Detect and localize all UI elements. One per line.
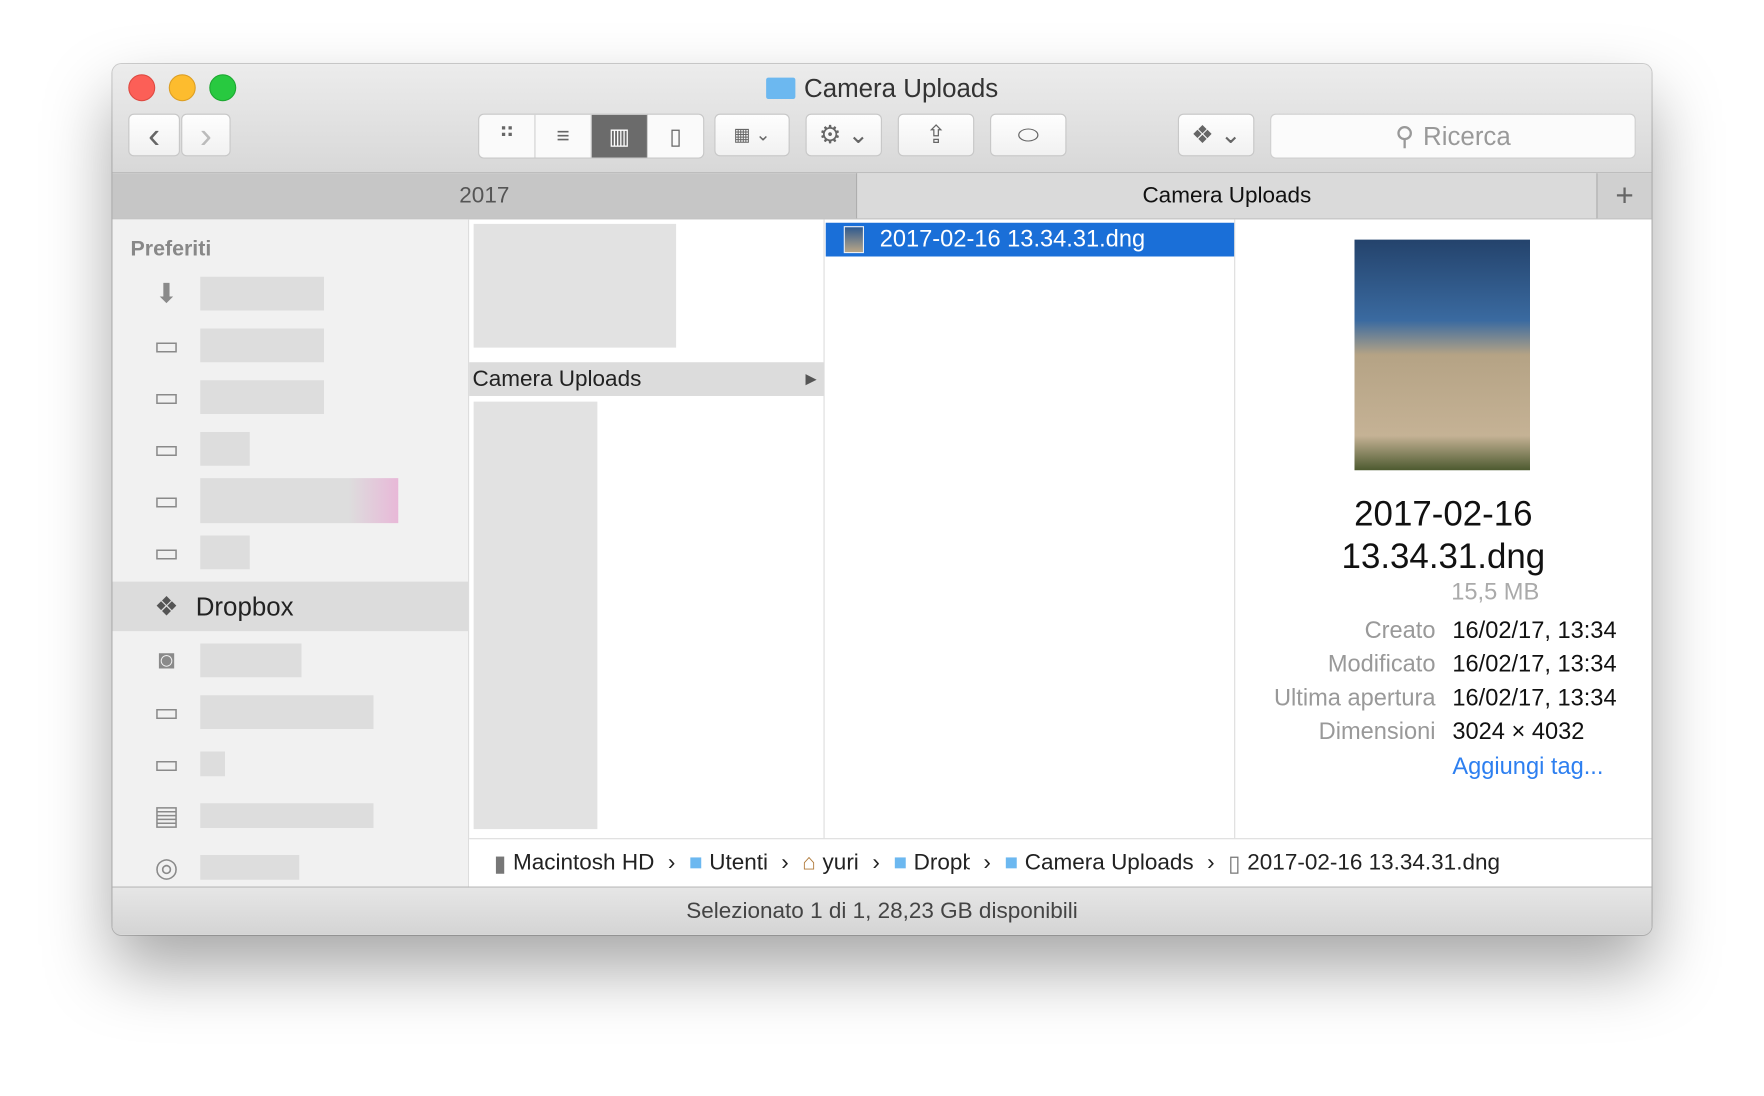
image-preview (1354, 239, 1530, 471)
image-file-icon (843, 226, 864, 254)
meta-row: Ultima apertura 16/02/17, 13:34 (1235, 685, 1651, 712)
sidebar-section-favorites: Preferiti (130, 237, 212, 261)
finder-window: Camera Uploads ‹ › ⠛ ≡ ▥ ▯ ▦ ⌄ ⚙ ⌄ ⇪ ⬭ ❖… (112, 64, 1652, 935)
folder-icon: ▭ (153, 696, 180, 728)
folder-name: Camera Uploads (472, 366, 642, 391)
sidebar: Preferiti ⬇ ▭ ▭ ▭ ▭ ▭ ❖ Dropbox ◙ ▭ ▭ ▤ ◎ (112, 219, 470, 888)
chevron-right-icon: › (983, 850, 991, 876)
file-name-line: 13.34.31.dng (1341, 536, 1546, 576)
image-file-icon: ▯ (1228, 851, 1241, 877)
meta-row: Modificato 16/02/17, 13:34 (1235, 651, 1651, 678)
preview-panel: 2017-02-16 13.34.31.dng 15,5 MB Creato 16/… (1235, 219, 1651, 839)
add-tags-link[interactable]: Aggiungi tag... (1452, 754, 1603, 781)
file-size: 15,5 MB (1451, 579, 1540, 606)
status-text: Selezionato 1 di 1, 28,23 GB disponibili (686, 898, 1078, 924)
drive-icon: ▭ (153, 330, 180, 361)
folder-icon: ▭ (153, 433, 180, 465)
list-item-selected-file[interactable]: 2017-02-16 13.34.31.dng (825, 222, 1235, 257)
status-bar: Selezionato 1 di 1, 28,23 GB disponibili (112, 886, 1652, 935)
chevron-right-icon: › (1207, 850, 1215, 876)
chevron-right-icon: › (781, 850, 789, 876)
icon-view-button[interactable]: ⠛ (479, 114, 536, 158)
group-button[interactable]: ▦ ⌄ (714, 113, 790, 157)
dropbox-icon: ❖ (154, 591, 179, 622)
search-placeholder: Ricerca (1423, 120, 1511, 151)
disclosure-arrow-icon: ▶ (805, 370, 817, 387)
sidebar-item[interactable]: ▭ (113, 372, 469, 422)
path-item[interactable]: Macintosh HD (513, 851, 654, 877)
meta-value: 3024 × 4032 (1452, 718, 1585, 745)
search-icon: ⚲ (1395, 120, 1415, 151)
folder-icon: ■ (688, 850, 703, 876)
window-title: Camera Uploads (113, 73, 1652, 103)
sidebar-item[interactable]: ◙ (113, 636, 469, 686)
column-camera-uploads: 2017-02-16 13.34.31.dng (825, 219, 1236, 840)
meta-value: 16/02/17, 13:34 (1452, 617, 1617, 644)
sidebar-item-dropbox[interactable]: ❖ Dropbox (112, 581, 468, 632)
forward-button[interactable]: › (181, 113, 231, 157)
chevron-right-icon: › (667, 850, 676, 876)
column-2017: Camera Uploads ▶ (469, 219, 825, 840)
sidebar-item[interactable]: ▭ (113, 739, 469, 789)
camera-icon: ◙ (158, 644, 175, 675)
toolbar: Camera Uploads ‹ › ⠛ ≡ ▥ ▯ ▦ ⌄ ⚙ ⌄ ⇪ ⬭ ❖… (112, 64, 1652, 174)
meta-label: Modificato (1327, 651, 1436, 678)
hard-drive-icon: ▮ (493, 851, 507, 877)
meta-value: 16/02/17, 13:34 (1452, 685, 1617, 711)
sidebar-item[interactable]: ▭ (113, 528, 469, 578)
sidebar-item[interactable]: ▭ (113, 476, 469, 526)
airdrop-icon: ◎ (154, 852, 179, 883)
meta-value: 16/02/17, 13:34 (1452, 651, 1617, 678)
path-item[interactable]: Utenti (709, 851, 768, 877)
home-icon: ⌂ (802, 850, 816, 876)
meta-label: Ultima apertura (1273, 685, 1436, 711)
list-view-button[interactable]: ≡ (536, 114, 592, 158)
path-item[interactable]: yuri (823, 851, 859, 877)
download-icon: ⬇ (155, 278, 178, 309)
sidebar-item[interactable]: ◎ (113, 843, 469, 893)
view-switcher: ⠛ ≡ ▥ ▯ (478, 113, 705, 159)
sidebar-item-label: Dropbox (195, 591, 294, 621)
window-title-text: Camera Uploads (804, 73, 999, 103)
gallery-view-button[interactable]: ▯ (648, 115, 703, 158)
folder-icon: ▭ (153, 748, 180, 780)
dropbox-button[interactable]: ❖ ⌄ (1177, 113, 1255, 157)
path-item[interactable]: 2017-02-16 13.34.31.dng (1247, 851, 1500, 877)
folder-icon: ▭ (153, 537, 180, 568)
document-icon: ▤ (153, 800, 180, 831)
meta-label: Dimensioni (1318, 718, 1436, 745)
share-button[interactable]: ⇪ (897, 113, 975, 157)
sidebar-item[interactable]: ⬇ (113, 269, 469, 319)
new-tab-button[interactable]: + (1596, 173, 1652, 219)
chevron-right-icon: › (872, 850, 880, 876)
path-bar: ▮Macintosh HD› ■Utenti› ⌂yuri› ■Dropbox›… (469, 838, 1652, 888)
path-item[interactable]: Dropbox (914, 851, 970, 877)
sidebar-item[interactable]: ▤ (113, 791, 469, 841)
file-name-line: 2017-02-16 (1354, 493, 1533, 534)
action-gear-button[interactable]: ⚙ ⌄ (805, 113, 882, 157)
folder-icon: ▭ (153, 485, 180, 516)
dropbox-folder-icon: ■ (893, 850, 907, 876)
folder-icon (765, 77, 796, 99)
folder-icon: ■ (1004, 850, 1019, 876)
path-item[interactable]: Camera Uploads (1025, 851, 1194, 877)
sidebar-item[interactable]: ▭ (113, 687, 469, 737)
list-item-camera-uploads[interactable]: Camera Uploads ▶ (469, 362, 824, 396)
meta-row: Creato 16/02/17, 13:34 (1235, 618, 1651, 645)
search-field[interactable]: ⚲ Ricerca (1270, 113, 1636, 159)
file-name: 2017-02-16 13.34.31.dng (879, 226, 1146, 252)
meta-label: Creato (1364, 617, 1436, 644)
tag-button[interactable]: ⬭ (990, 113, 1067, 157)
folder-icon: ▭ (153, 381, 180, 413)
tab-camera-uploads[interactable]: Camera Uploads (857, 173, 1597, 219)
column-view-button[interactable]: ▥ (591, 114, 648, 158)
meta-row: Dimensioni 3024 × 4032 (1235, 719, 1651, 746)
sidebar-item[interactable]: ▭ (113, 321, 469, 371)
back-button[interactable]: ‹ (128, 113, 180, 157)
tab-2017[interactable]: 2017 (112, 173, 858, 219)
sidebar-item[interactable]: ▭ (113, 424, 469, 474)
